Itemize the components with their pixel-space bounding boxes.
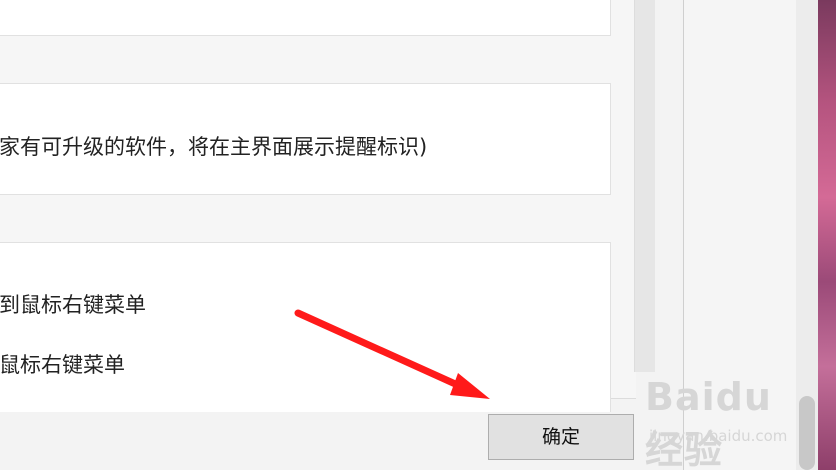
settings-scrollbar[interactable] [634,0,655,372]
background-scroll-thumb[interactable] [799,396,815,470]
settings-section-context-menu: 到鼠标右键菜单 鼠标右键菜单 [0,242,611,412]
settings-section-top [0,0,611,36]
ok-button[interactable]: 确定 [488,414,634,460]
context-menu-option-2[interactable]: 鼠标右键菜单 [0,349,125,379]
desktop-wallpaper [818,0,836,470]
context-menu-option-1[interactable]: 到鼠标右键菜单 [0,289,146,319]
settings-content-area: 家有可升级的软件，将在主界面展示提醒标识) 到鼠标右键菜单 鼠标右键菜单 [0,0,636,412]
upgrade-notice-text: 家有可升级的软件，将在主界面展示提醒标识) [0,135,428,159]
settings-dialog: 家有可升级的软件，将在主界面展示提醒标识) 到鼠标右键菜单 鼠标右键菜单 确定 [0,0,684,470]
settings-section-upgrade: 家有可升级的软件，将在主界面展示提醒标识) [0,83,611,195]
